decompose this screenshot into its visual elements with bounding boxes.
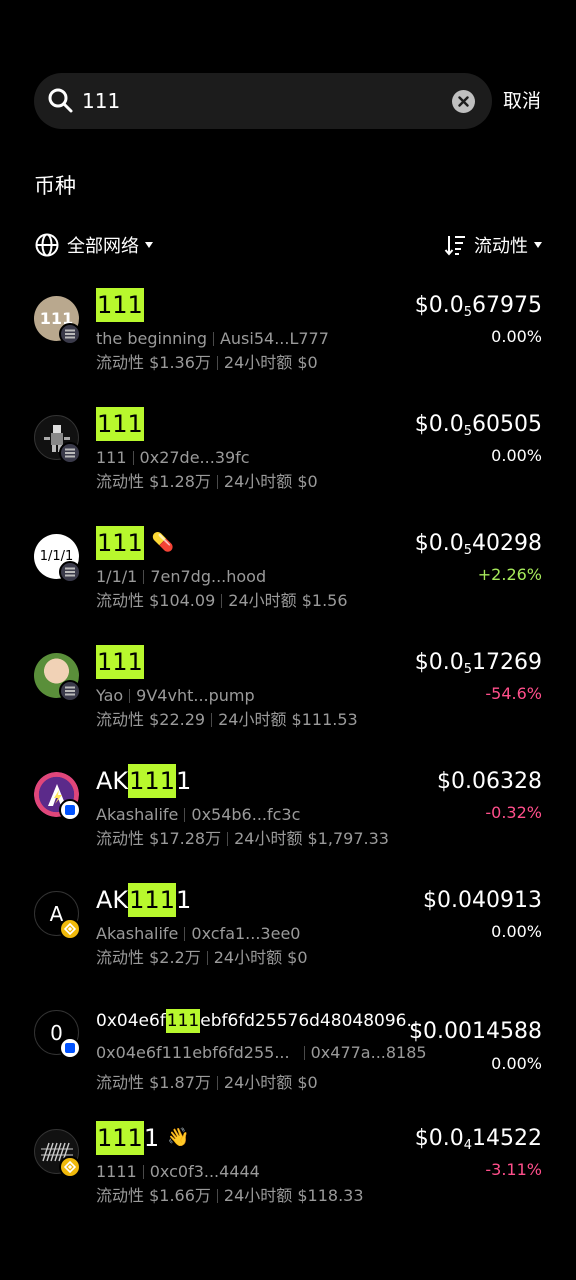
token-stats: 流动性 $1.66万 24小时额 $118.33 bbox=[96, 1186, 364, 1205]
solana-chain-icon bbox=[59, 442, 81, 464]
solana-chain-icon bbox=[59, 561, 81, 583]
token-price: $0.0414522 bbox=[414, 1126, 542, 1153]
token-name: 111 💊 bbox=[96, 526, 174, 560]
token-row[interactable]: 111 1 👋 1111 0xc0f3...4444 流动性 $1.66万 24小时额 … bbox=[0, 1116, 576, 1235]
token-stats: 流动性 $1.36万 24小时额 $0 bbox=[96, 353, 318, 372]
solana-chain-icon bbox=[59, 680, 81, 702]
token-meta: 111 0x27de...39fc bbox=[96, 448, 250, 467]
base-chain-icon bbox=[59, 1037, 81, 1059]
token-change: 0.00% bbox=[491, 1054, 542, 1073]
token-stats: 流动性 $22.29 24小时额 $111.53 bbox=[96, 710, 358, 729]
token-meta: Akashalife 0x54b6...fc3c bbox=[96, 805, 301, 824]
token-row[interactable]: 111 111 the beginning Ausi54...L777 流动性 $… bbox=[0, 283, 576, 402]
cancel-button[interactable]: 取消 bbox=[503, 88, 541, 114]
token-row[interactable]: 0 0x04e6f 111 ebf6fd25576d48048096... 0x04… bbox=[0, 997, 576, 1116]
globe-icon bbox=[35, 233, 59, 257]
token-stats: 流动性 $2.2万 24小时额 $0 bbox=[96, 948, 308, 967]
token-change: 0.00% bbox=[491, 446, 542, 465]
token-change: 0.00% bbox=[491, 327, 542, 346]
token-change: -0.32% bbox=[485, 803, 542, 822]
token-name: AK 111 1 bbox=[96, 764, 191, 798]
close-icon bbox=[458, 96, 469, 107]
bnb-chain-icon bbox=[59, 918, 81, 940]
token-price: $0.040913 bbox=[423, 888, 542, 913]
network-filter[interactable]: 全部网络 bbox=[34, 231, 153, 259]
search-bar[interactable]: 111 bbox=[34, 73, 492, 129]
token-name: 111 bbox=[96, 288, 144, 322]
sort-icon bbox=[444, 236, 465, 256]
caret-down-icon bbox=[534, 242, 542, 248]
token-change: -54.6% bbox=[485, 684, 542, 703]
token-price: $0.0014588 bbox=[409, 1019, 542, 1044]
search-icon bbox=[48, 88, 73, 113]
token-price: $0.0560505 bbox=[414, 412, 542, 439]
waving-hand-icon: 👋 bbox=[167, 1127, 190, 1148]
token-stats: 流动性 $1.87万 24小时额 $0 bbox=[96, 1073, 318, 1092]
search-input[interactable]: 111 bbox=[82, 87, 120, 115]
token-meta: the beginning Ausi54...L777 bbox=[96, 329, 329, 348]
caret-down-icon bbox=[145, 242, 153, 248]
token-row[interactable]: AK 111 1 Akashalife 0x54b6...fc3c 流动性 $17.2… bbox=[0, 759, 576, 878]
token-list: 111 111 the beginning Ausi54...L777 流动性 $… bbox=[0, 283, 576, 1235]
token-meta: Akashalife 0xcfa1...3ee0 bbox=[96, 924, 301, 943]
token-meta: 0x04e6f111ebf6fd255... 0x477a...8185 bbox=[96, 1043, 427, 1062]
token-row[interactable]: 1/1/1 111 💊 1/1/1 7en7dg...hood 流动性 $104.0… bbox=[0, 521, 576, 640]
token-change: -3.11% bbox=[485, 1160, 542, 1179]
section-title: 币种 bbox=[34, 174, 76, 198]
solana-chain-icon bbox=[59, 323, 81, 345]
token-name: AK 111 1 bbox=[96, 883, 191, 917]
sort-filter-label: 流动性 bbox=[474, 236, 528, 257]
token-price: $0.0517269 bbox=[414, 650, 542, 677]
bnb-chain-icon bbox=[59, 1156, 81, 1178]
token-change: 0.00% bbox=[491, 922, 542, 941]
sort-filter[interactable]: 流动性 bbox=[444, 231, 542, 259]
token-name: 111 bbox=[96, 407, 144, 441]
token-stats: 流动性 $1.28万 24小时额 $0 bbox=[96, 472, 318, 491]
token-meta: Yao 9V4vht...pump bbox=[96, 686, 255, 705]
clear-search-button[interactable] bbox=[452, 90, 475, 113]
token-row[interactable]: 111 111 0x27de...39fc 流动性 $1.28万 24小时额 $0 … bbox=[0, 402, 576, 521]
token-row[interactable]: 111 Yao 9V4vht...pump 流动性 $22.29 24小时额 $11… bbox=[0, 640, 576, 759]
base-chain-icon bbox=[59, 799, 81, 821]
token-price: $0.0540298 bbox=[414, 531, 542, 558]
pill-icon: 💊 bbox=[151, 532, 175, 553]
token-name: 111 1 👋 bbox=[96, 1121, 190, 1155]
token-row[interactable]: A AK 111 1 Akashalife 0xcfa1...3ee0 流动性 $2.… bbox=[0, 878, 576, 997]
network-filter-label: 全部网络 bbox=[67, 236, 139, 257]
token-meta: 1111 0xc0f3...4444 bbox=[96, 1162, 260, 1181]
token-price: $0.0567975 bbox=[414, 293, 542, 320]
token-stats: 流动性 $17.28万 24小时额 $1,797.33 bbox=[96, 829, 389, 848]
token-meta: 1/1/1 7en7dg...hood bbox=[96, 567, 267, 586]
token-name: 0x04e6f 111 ebf6fd25576d48048096... bbox=[96, 1009, 423, 1033]
token-change: +2.26% bbox=[477, 565, 542, 584]
token-price: $0.06328 bbox=[437, 769, 542, 794]
token-name: 111 bbox=[96, 645, 144, 679]
token-stats: 流动性 $104.09 24小时额 $1.56 bbox=[96, 591, 348, 610]
